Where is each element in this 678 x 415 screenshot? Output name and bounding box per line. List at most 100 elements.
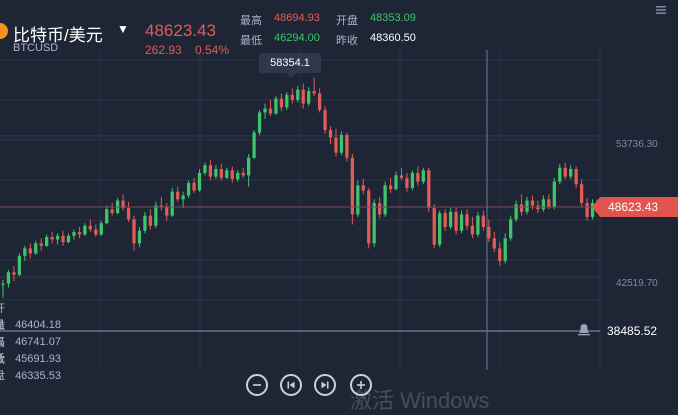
candle-body bbox=[454, 211, 458, 231]
chart-grid bbox=[0, 50, 601, 370]
candle bbox=[421, 167, 425, 185]
candle bbox=[432, 204, 436, 249]
menu-icon[interactable] bbox=[656, 6, 666, 14]
candle-body bbox=[176, 191, 180, 200]
candle-body bbox=[312, 90, 316, 94]
candle bbox=[110, 203, 114, 216]
step-back-button[interactable] bbox=[280, 374, 302, 396]
prev-close-value: 48360.50 bbox=[370, 32, 416, 44]
candle-body bbox=[148, 215, 153, 226]
candle-body bbox=[236, 172, 240, 180]
candle bbox=[203, 162, 207, 176]
candle-body bbox=[143, 215, 147, 231]
candle bbox=[17, 253, 22, 277]
candle-body bbox=[301, 89, 305, 104]
ohlc-close-value: 46335.53 bbox=[15, 370, 61, 382]
candle bbox=[94, 224, 98, 238]
peak-tooltip: 58354.1 bbox=[259, 53, 321, 73]
open-label: 开盘 bbox=[336, 15, 358, 27]
candle-body bbox=[541, 199, 546, 210]
candle-body bbox=[230, 170, 234, 180]
candle bbox=[137, 226, 142, 248]
candle-body bbox=[50, 237, 54, 240]
candle-body bbox=[214, 169, 218, 177]
prev-close-label: 昨收 bbox=[336, 35, 358, 47]
candle-body bbox=[285, 94, 289, 108]
candle-body bbox=[427, 170, 431, 209]
candle bbox=[427, 167, 431, 212]
candle bbox=[159, 196, 163, 211]
candle-body bbox=[470, 225, 475, 235]
candle bbox=[176, 186, 180, 202]
candle-body bbox=[99, 223, 103, 235]
candle-body bbox=[77, 232, 82, 235]
candle-body bbox=[252, 132, 256, 158]
candle bbox=[454, 206, 458, 235]
candle bbox=[339, 131, 344, 156]
candle-body bbox=[225, 170, 229, 178]
step-forward-button[interactable] bbox=[314, 374, 336, 396]
candle bbox=[115, 198, 120, 215]
candle-body bbox=[530, 200, 535, 206]
candle-body bbox=[498, 248, 502, 261]
candle bbox=[394, 171, 398, 191]
alert-bell-icon[interactable] bbox=[577, 323, 591, 337]
candle bbox=[279, 93, 284, 112]
symbol-label: BTCUSD bbox=[13, 42, 59, 54]
open-value: 48353.09 bbox=[370, 12, 416, 24]
candle bbox=[312, 77, 316, 97]
current-price-tag: 48623.43 bbox=[592, 197, 678, 217]
candle bbox=[170, 187, 174, 217]
candle bbox=[285, 92, 289, 110]
candle bbox=[143, 211, 147, 234]
candle-body bbox=[547, 199, 551, 207]
candle-body bbox=[509, 219, 513, 239]
candle bbox=[552, 177, 556, 210]
high-label: 最高 bbox=[240, 15, 262, 27]
candle bbox=[459, 210, 464, 234]
candle bbox=[126, 201, 131, 222]
candle bbox=[28, 243, 32, 259]
candle-body bbox=[181, 195, 185, 200]
candle bbox=[12, 266, 16, 282]
candle bbox=[290, 88, 294, 104]
candle-body bbox=[465, 214, 469, 226]
candle bbox=[252, 130, 256, 159]
candle-body bbox=[208, 165, 213, 177]
candle-body bbox=[110, 209, 114, 214]
candle bbox=[83, 223, 87, 236]
candle bbox=[579, 179, 584, 207]
candle-body bbox=[219, 169, 223, 178]
candle bbox=[345, 132, 349, 162]
candle-body bbox=[525, 200, 529, 212]
candle-body bbox=[268, 108, 273, 114]
candle bbox=[66, 233, 71, 244]
price-change: 262.93 bbox=[145, 43, 182, 57]
candle-body bbox=[405, 177, 409, 188]
ohlc-close: 收盘 46335.53 bbox=[0, 351, 61, 383]
candle bbox=[317, 88, 322, 113]
candle bbox=[23, 245, 27, 261]
candlestick-chart bbox=[0, 50, 601, 370]
candle-body bbox=[66, 235, 71, 243]
zoom-out-button[interactable] bbox=[246, 374, 268, 396]
candle-body bbox=[1, 283, 5, 285]
candle bbox=[356, 180, 360, 217]
candle bbox=[132, 215, 136, 251]
candle bbox=[72, 229, 76, 240]
candle-body bbox=[23, 248, 27, 256]
candle-body bbox=[519, 204, 524, 212]
y-tick-label: 53736.30 bbox=[616, 139, 658, 150]
candle-body bbox=[492, 238, 496, 249]
candle bbox=[481, 210, 486, 231]
candle bbox=[307, 87, 311, 107]
candle bbox=[154, 201, 158, 229]
caret-down-icon[interactable]: ▼ bbox=[117, 22, 129, 36]
candle-body bbox=[61, 235, 65, 243]
low-label: 最低 bbox=[240, 35, 262, 47]
candle-body bbox=[558, 167, 562, 182]
candle bbox=[274, 96, 278, 115]
candle bbox=[367, 187, 371, 249]
candle-body bbox=[241, 172, 245, 176]
candle-body bbox=[94, 229, 98, 235]
